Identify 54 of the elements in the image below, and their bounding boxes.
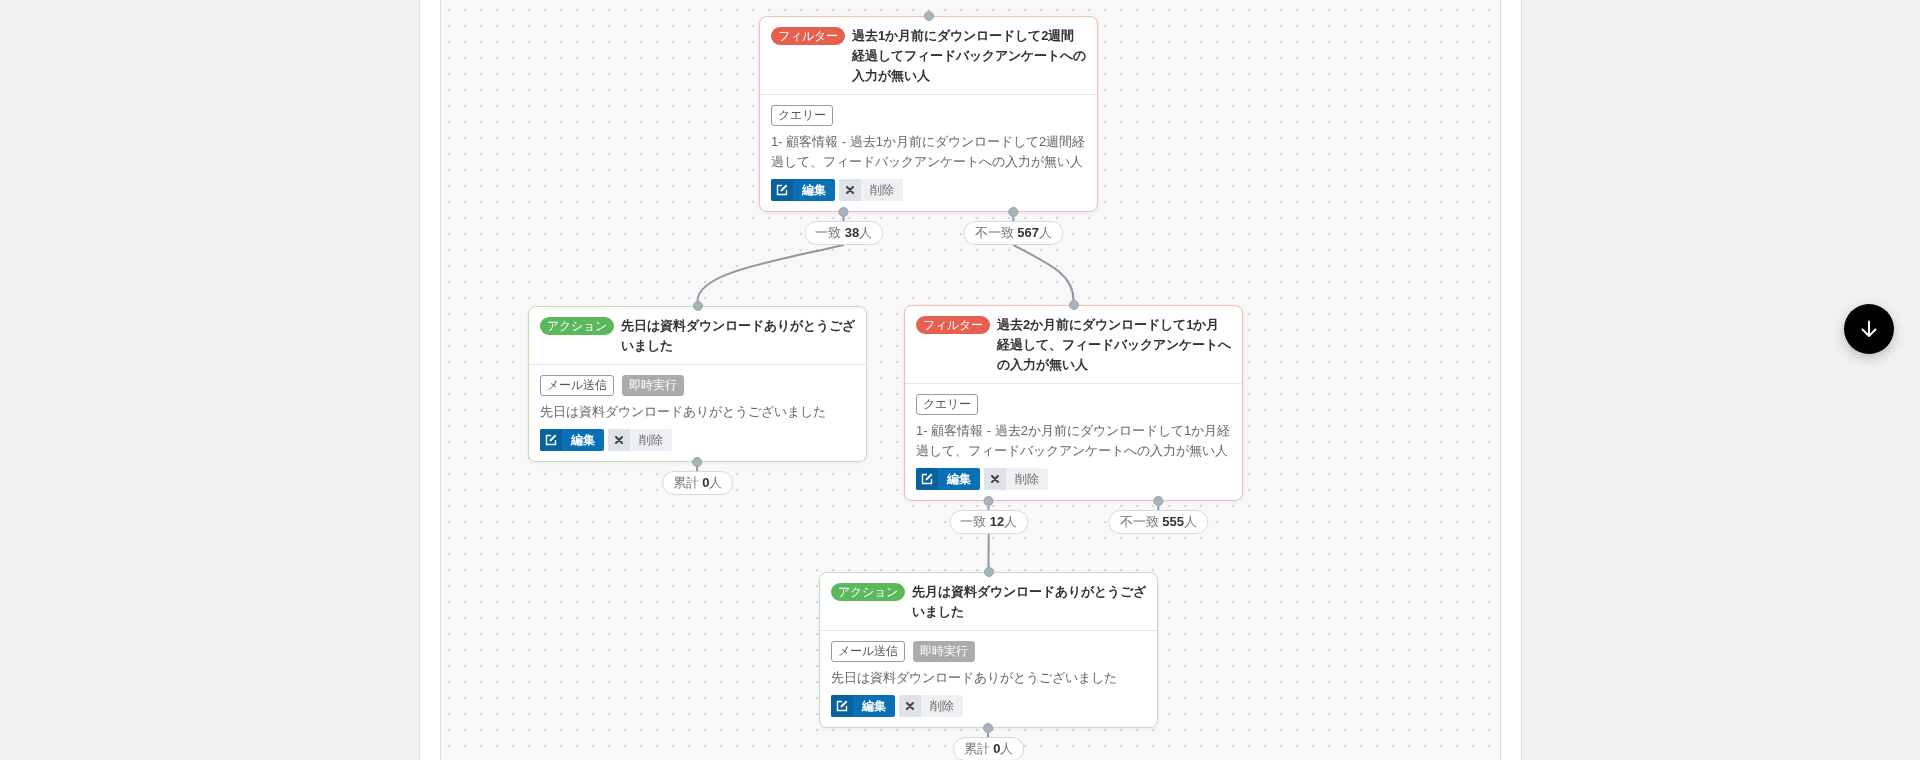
node-title: 先月は資料ダウンロードありがとうございました [912,583,1146,621]
connection-dot-icon[interactable] [983,723,994,733]
edit-icon [540,429,562,451]
cross-icon [608,429,630,451]
delete-button[interactable]: 削除 [839,179,903,201]
edit-button[interactable]: 編集 [831,695,895,717]
scroll-down-button[interactable] [1844,304,1894,354]
delete-button[interactable]: 削除 [608,429,672,451]
count-label: 不一致 567人 [963,221,1063,245]
count-label: 累計 0人 [661,471,734,495]
tag-label: 即時実行 [622,375,684,396]
connection-dot-icon[interactable] [983,496,994,506]
flow-node-card[interactable]: フィルター 過去1か月前にダウンロードして2週間経過してフィードバックアンケートへの入力が無い人 クエリー 1- 顧客情報 - 過去1か月前にダウンロードして2週間経過して、フィードバックアンケートへの入力が無い人 編集 削除 [759,16,1098,212]
node-type-badge: アクション [831,583,905,601]
tag-label: クエリー [771,105,833,126]
node-description: 1- 顧客情報 - 過去1か月前にダウンロードして2週間経過して、フィードバックアンケートへの入力が無い人 [771,133,1086,171]
connector-line [1012,244,1075,301]
node-type-badge: フィルター [771,27,845,45]
arrow-down-icon [1860,320,1878,338]
edit-icon [771,179,793,201]
connection-dot-icon[interactable] [692,457,703,467]
flow-node-card[interactable]: アクション 先日は資料ダウンロードありがとうございました メール送信 即時実行 先日は資料ダウンロードありがとうございました 編集 削除 [528,306,867,462]
count-label: 一致 12人 [949,510,1029,534]
node-type-badge: アクション [540,317,614,335]
edit-button[interactable]: 編集 [540,429,604,451]
tag-label: 即時実行 [913,641,975,662]
delete-button[interactable]: 削除 [984,468,1048,490]
node-description: 先日は資料ダウンロードありがとうございました [831,669,1118,687]
cross-icon [839,179,861,201]
count-label: 一致 38人 [804,221,884,245]
node-description: 1- 顧客情報 - 過去2か月前にダウンロードして1か月経過して、フィードバックアンケートへの入力が無い人 [916,422,1231,460]
connection-dot-icon[interactable] [1008,207,1019,217]
tag-label: メール送信 [831,641,905,662]
connection-dot-icon[interactable] [1153,496,1164,506]
connector-line [987,533,990,568]
count-label: 累計 0人 [952,737,1025,760]
node-title: 過去2か月前にダウンロードして1か月経過して、フィードバックアンケートへの入力が無い人 [997,316,1231,374]
edit-icon [916,468,938,490]
node-title: 過去1か月前にダウンロードして2週間経過してフィードバックアンケートへの入力が無い人 [852,27,1086,85]
flow-node-card[interactable]: アクション 先月は資料ダウンロードありがとうございました メール送信 即時実行 先日は資料ダウンロードありがとうございました 編集 削除 [819,572,1158,728]
tag-label: メール送信 [540,375,614,396]
cross-icon [984,468,1006,490]
count-label: 不一致 555人 [1108,510,1208,534]
connection-dot-icon[interactable] [838,207,849,217]
node-description: 先日は資料ダウンロードありがとうございました [540,403,827,421]
node-title: 先日は資料ダウンロードありがとうございました [621,317,855,355]
node-type-badge: フィルター [916,316,990,334]
edit-button[interactable]: 編集 [916,468,980,490]
cross-icon [899,695,921,717]
tag-label: クエリー [916,394,978,415]
edit-icon [831,695,853,717]
edit-button[interactable]: 編集 [771,179,835,201]
flow-node-card[interactable]: フィルター 過去2か月前にダウンロードして1か月経過して、フィードバックアンケートへの入力が無い人 クエリー 1- 顧客情報 - 過去2か月前にダウンロードして1か月経過して、フィードバックアンケートへの入力が無い人 編集 削除 [904,305,1243,501]
delete-button[interactable]: 削除 [899,695,963,717]
